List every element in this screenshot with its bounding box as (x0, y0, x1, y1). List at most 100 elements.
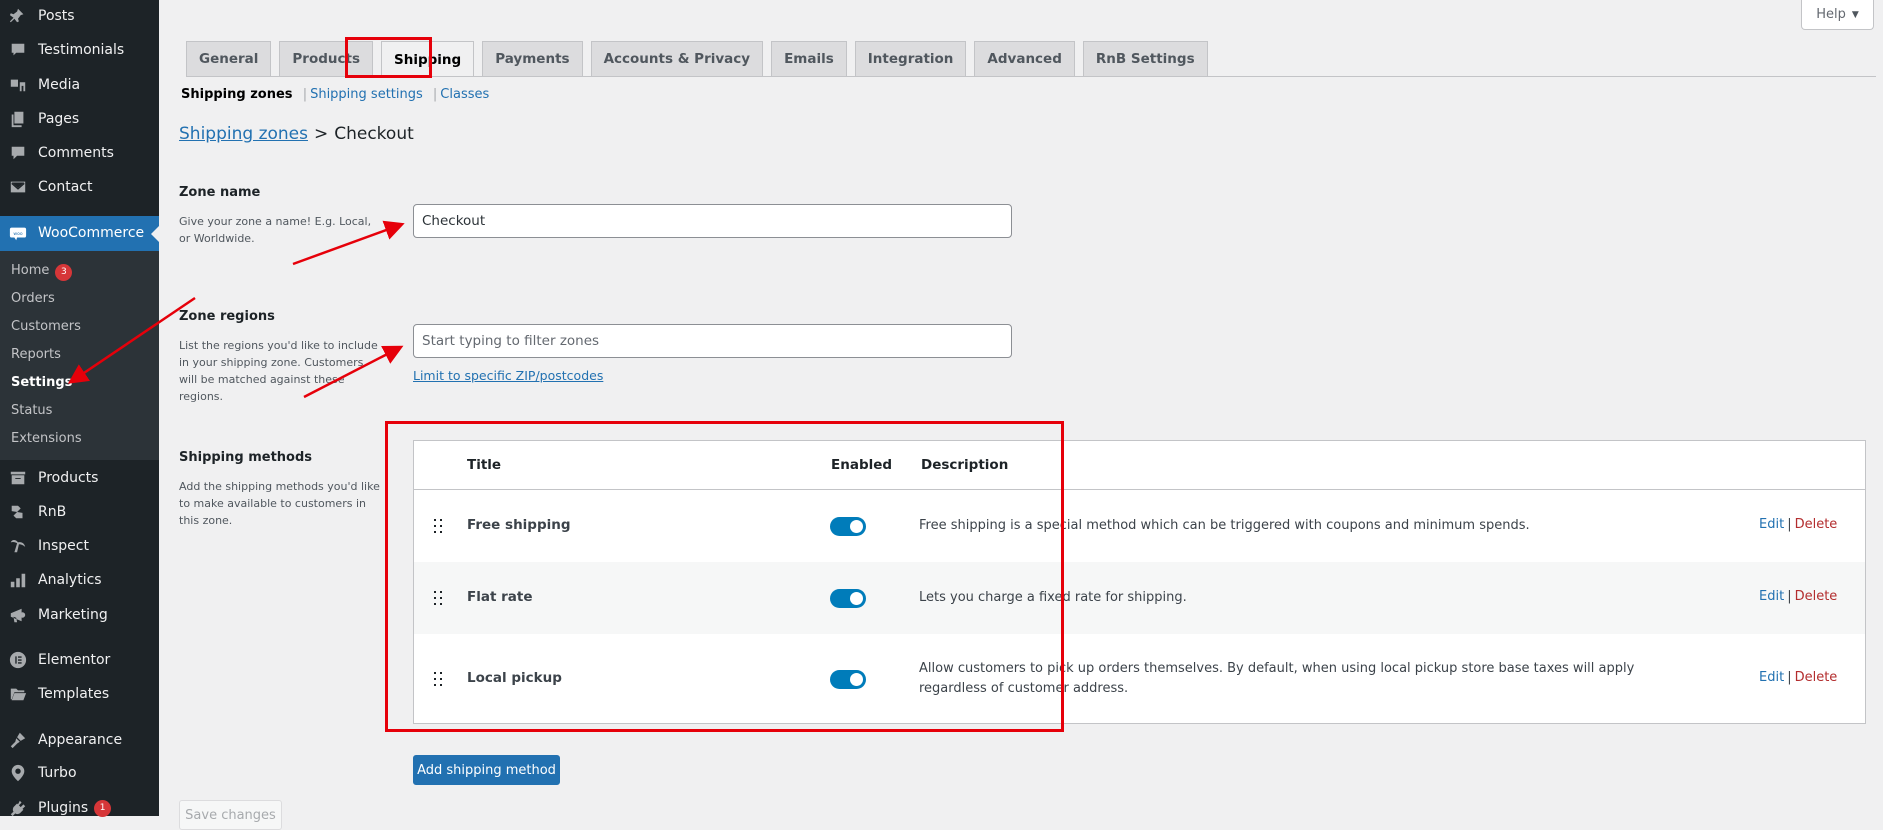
save-changes-button[interactable]: Save changes (179, 800, 282, 830)
shipping-methods-table: Title Enabled Description Free shipping … (413, 440, 1866, 724)
sidebar-item-label: Inspect (38, 538, 89, 554)
add-shipping-method-button[interactable]: Add shipping method (413, 755, 560, 785)
sidebar-item-label: Appearance (38, 732, 123, 748)
delete-link[interactable]: Delete (1795, 589, 1838, 604)
row-actions: Edit | Delete (1759, 589, 1837, 604)
method-title: Free shipping (467, 517, 571, 533)
sidebar-item-plugins[interactable]: Plugins 1 (0, 792, 159, 824)
tab-rnb-settings[interactable]: RnB Settings (1082, 41, 1208, 76)
submenu-item-customers[interactable]: Customers (11, 319, 81, 334)
action-separator: | (1787, 589, 1792, 604)
edit-link[interactable]: Edit (1759, 517, 1784, 532)
bar-chart-icon (8, 570, 28, 590)
sidebar-item-media[interactable]: Media (0, 69, 159, 101)
submenu-item-reports[interactable]: Reports (11, 347, 61, 362)
sidebar-item-comments[interactable]: Comments (0, 137, 159, 169)
tabs-divider (186, 76, 1876, 77)
shipping-methods-description: Add the shipping methods you'd like to m… (179, 480, 380, 527)
tab-products[interactable]: Products (279, 41, 373, 76)
caret-down-icon: ▼ (1851, 9, 1859, 20)
submenu-label: Home (11, 263, 50, 278)
submenu-item-home[interactable]: Home 3 (11, 263, 73, 281)
limit-zip-postcodes-link[interactable]: Limit to specific ZIP/postcodes (413, 368, 603, 383)
zone-name-input[interactable] (413, 204, 1012, 238)
table-row: Flat rate Lets you charge a fixed rate f… (414, 562, 1865, 634)
edit-link[interactable]: Edit (1759, 670, 1784, 685)
woocommerce-menu[interactable]: woo WooCommerce (0, 217, 159, 249)
sidebar-item-label: Testimonials (38, 42, 125, 58)
notification-badge: 3 (55, 264, 73, 281)
subnav-shipping-settings[interactable]: Shipping settings (310, 87, 423, 102)
tab-shipping[interactable]: Shipping (381, 41, 475, 77)
delete-link[interactable]: Delete (1795, 670, 1838, 685)
method-title: Flat rate (467, 589, 533, 605)
column-description: Description (921, 457, 1009, 473)
sidebar-item-templates[interactable]: Templates (0, 678, 159, 710)
sidebar-item-label: Products (38, 470, 99, 486)
tab-general[interactable]: General (186, 41, 272, 76)
zone-name-description: Give your zone a name! E.g. Local, or Wo… (179, 215, 372, 245)
notification-badge: 1 (94, 799, 112, 817)
method-description: Allow customers to pick up orders themse… (919, 661, 1635, 696)
delete-link[interactable]: Delete (1795, 517, 1838, 532)
pages-icon (8, 109, 28, 129)
woocommerce-submenu: Home 3 Orders Customers Reports Settings … (0, 251, 159, 460)
sidebar-item-marketing[interactable]: Marketing (0, 599, 159, 631)
sidebar-item-testimonials[interactable]: Testimonials (0, 34, 159, 66)
sidebar-item-pages[interactable]: Pages (0, 103, 159, 135)
submenu-item-status[interactable]: Status (11, 403, 52, 418)
sidebar-item-label: Elementor (38, 652, 111, 668)
sidebar-item-label: Turbo (38, 765, 77, 781)
sidebar-item-rnb[interactable]: RnB (0, 496, 159, 528)
pin-icon (8, 6, 28, 26)
svg-text:woo: woo (13, 232, 22, 237)
sidebar-item-turbo[interactable]: Turbo (0, 757, 159, 789)
sidebar-item-inspect[interactable]: Inspect (0, 530, 159, 562)
subnav-shipping-zones[interactable]: Shipping zones (181, 87, 293, 102)
edit-link[interactable]: Edit (1759, 589, 1784, 604)
sidebar-item-woocommerce[interactable]: woo WooCommerce (0, 216, 159, 251)
sidebar-item-products[interactable]: Products (0, 462, 159, 494)
sidebar-item-posts[interactable]: Posts (0, 0, 159, 32)
column-enabled: Enabled (831, 457, 893, 473)
drag-handle-icon[interactable] (434, 591, 444, 605)
breadcrumb-shipping-zones-link[interactable]: Shipping zones (179, 124, 308, 144)
submenu-item-extensions[interactable]: Extensions (11, 431, 82, 446)
sidebar-item-contact[interactable]: Contact (0, 171, 159, 203)
enabled-toggle[interactable] (830, 670, 866, 689)
zone-regions-input[interactable] (413, 324, 1012, 358)
enabled-toggle[interactable] (830, 517, 866, 536)
subnav-classes[interactable]: Classes (440, 87, 489, 102)
method-description: Free shipping is a special method which … (919, 518, 1530, 533)
submenu-item-settings[interactable]: Settings (11, 375, 72, 390)
tab-accounts-privacy[interactable]: Accounts & Privacy (590, 41, 764, 76)
subnav-separator: | (432, 87, 438, 102)
row-actions: Edit | Delete (1759, 517, 1837, 532)
breadcrumb-current: Checkout (334, 124, 414, 144)
method-title: Local pickup (467, 670, 562, 686)
sidebar-item-label: Templates (38, 686, 110, 702)
sidebar-item-analytics[interactable]: Analytics (0, 564, 159, 596)
drag-handle-icon[interactable] (434, 519, 444, 533)
archive-icon (8, 468, 28, 488)
table-row: Free shipping Free shipping is a special… (414, 490, 1865, 562)
enabled-toggle[interactable] (830, 589, 866, 608)
folder-icon (8, 684, 28, 704)
sidebar-item-label: Comments (38, 145, 114, 161)
zone-regions-description: List the regions you'd like to include i… (179, 339, 378, 403)
submenu-item-orders[interactable]: Orders (11, 291, 55, 306)
tab-payments[interactable]: Payments (482, 41, 583, 76)
sidebar-item-elementor[interactable]: Elementor (0, 644, 159, 676)
sidebar-item-label: Plugins (38, 800, 89, 816)
tab-integration[interactable]: Integration (854, 41, 967, 76)
breadcrumb: Shipping zones > Checkout (179, 124, 414, 144)
sidebar-item-label: Analytics (38, 572, 102, 588)
drag-handle-icon[interactable] (434, 672, 444, 686)
method-description: Lets you charge a fixed rate for shippin… (919, 590, 1187, 605)
sidebar-item-label: Marketing (38, 607, 108, 623)
help-button[interactable]: Help ▼ (1801, 0, 1874, 30)
tab-emails[interactable]: Emails (771, 41, 847, 76)
zone-name-label: Zone name (179, 185, 261, 200)
sidebar-item-appearance[interactable]: Appearance (0, 724, 159, 756)
tab-advanced[interactable]: Advanced (974, 41, 1075, 76)
